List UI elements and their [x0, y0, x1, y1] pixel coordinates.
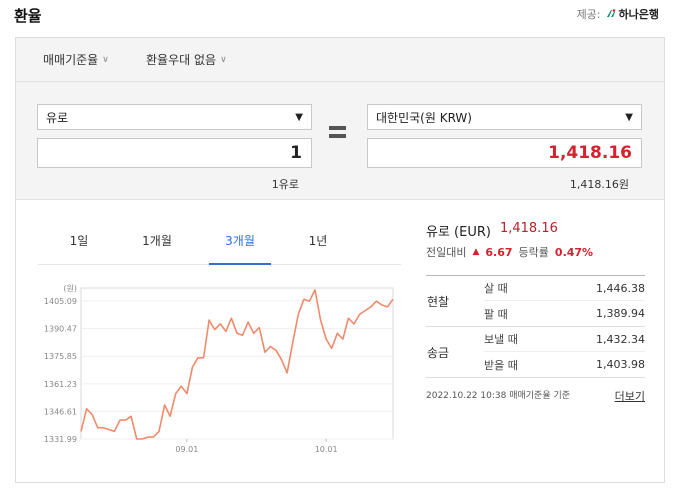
more-link[interactable]: 더보기 — [615, 388, 645, 404]
to-amount-input[interactable]: 1,418.16 — [367, 138, 642, 168]
plot-area — [80, 287, 394, 440]
change-label: 전일대비 — [426, 246, 467, 259]
hana-bank-logo-icon — [606, 9, 615, 17]
row-label: 팔 때 — [484, 307, 508, 321]
tab-1y[interactable]: 1년 — [287, 217, 349, 265]
preferential-rate-label: 환율우대 없음 — [146, 53, 217, 67]
y-tick-label: 1346.61 — [44, 407, 77, 416]
exchange-widget: 매매기준율 ∨ 환율우대 없음 ∨ 유로 ▼ 1 1유로 대한민국(원 KRW)… — [15, 37, 665, 483]
chevron-down-icon: ▼ — [625, 111, 633, 123]
row-value: 1,446.38 — [596, 281, 645, 295]
y-tick-label: 1405.09 — [44, 297, 77, 306]
provider-logo[interactable]: 하나은행 — [605, 6, 659, 22]
from-currency-select[interactable]: 유로 ▼ — [37, 104, 312, 130]
rate-basis-label: 매매기준율 — [43, 53, 99, 67]
current-rate: 1,418.16 — [499, 221, 558, 236]
page-title: 환율 — [14, 7, 42, 25]
chevron-down-icon: ∨ — [220, 54, 227, 65]
from-amount-caption: 1유로 — [271, 178, 299, 191]
to-currency-label: 대한민국(원 KRW) — [376, 110, 472, 125]
tab-3m[interactable]: 3개월 — [209, 217, 271, 265]
provider-name: 하나은행 — [618, 8, 659, 21]
row-label: 살 때 — [484, 282, 508, 295]
row-label: 받을 때 — [484, 358, 518, 372]
y-unit-label: (원) — [63, 284, 77, 293]
basis-note: 매매기준율 기준 — [509, 391, 571, 401]
tab-1d[interactable]: 1일 — [48, 217, 110, 265]
change-value: 6.67 — [485, 245, 513, 259]
rate-basis-dropdown[interactable]: 매매기준율 ∨ — [43, 51, 109, 68]
rate-heading: 유로 (EUR) 1,418.16 — [426, 221, 558, 240]
to-amount-caption: 1,418.16원 — [569, 178, 629, 191]
x-tick-label: 10.01 — [315, 445, 338, 454]
rate-chart: (원) 1405.09 1390.47 1375.85 1361.23 1346.61 13… — [44, 284, 394, 454]
row-value: 1,432.34 — [596, 332, 645, 346]
table-row: 살 때 1,446.38 — [484, 276, 645, 301]
percent-value: 0.47% — [554, 245, 594, 259]
row-value: 1,403.98 — [596, 358, 645, 371]
y-tick-label: 1361.23 — [44, 380, 77, 389]
equals-icon — [329, 126, 346, 142]
to-currency-select[interactable]: 대한민국(원 KRW) ▼ — [367, 104, 642, 130]
y-tick-label: 1375.85 — [44, 352, 77, 361]
timestamp: 2022.10.22 10:38 — [426, 391, 507, 401]
from-amount-input[interactable]: 1 — [37, 138, 312, 168]
tab-1m[interactable]: 1개월 — [126, 217, 188, 265]
cash-rate-group: 현찰 살 때 1,446.38 팔 때 1,389.94 — [426, 276, 645, 327]
series-line — [80, 289, 394, 440]
up-arrow-icon: ▲ — [472, 247, 480, 257]
converter: 유로 ▼ 1 1유로 대한민국(원 KRW) ▼ 1,418.16 1,418.… — [16, 82, 664, 200]
y-tick-label: 1390.47 — [44, 325, 77, 334]
provider-label: 제공: — [576, 8, 601, 21]
table-row: 받을 때 1,403.98 — [484, 352, 645, 377]
rate-table: 현찰 살 때 1,446.38 팔 때 1,389.94 송금 보낼 때 1,4… — [426, 275, 645, 378]
preferential-rate-dropdown[interactable]: 환율우대 없음 ∨ — [146, 51, 227, 68]
filter-bar: 매매기준율 ∨ 환율우대 없음 ∨ — [16, 38, 664, 82]
y-tick-label: 1331.99 — [44, 435, 77, 444]
group-label: 송금 — [427, 345, 450, 360]
footer-note: 2022.10.22 10:38 매매기준율 기준 — [426, 388, 570, 404]
row-label: 보낼 때 — [484, 333, 518, 346]
x-tick-label: 09.01 — [175, 445, 198, 454]
row-value: 1,389.94 — [596, 307, 645, 320]
table-row: 팔 때 1,389.94 — [484, 301, 645, 326]
remittance-rate-group: 송금 보낼 때 1,432.34 받을 때 1,403.98 — [426, 327, 645, 377]
table-row: 보낼 때 1,432.34 — [484, 327, 645, 352]
provider-info: 제공: 하나은행 — [577, 6, 659, 22]
from-currency-label: 유로 — [46, 110, 69, 125]
rate-change: 전일대비 ▲ 6.67 등락률 0.47% — [426, 244, 593, 260]
currency-name: 유로 (EUR) — [426, 225, 491, 240]
chevron-down-icon: ∨ — [102, 54, 109, 65]
percent-label: 등락률 — [518, 246, 549, 259]
chevron-down-icon: ▼ — [295, 111, 303, 123]
footer: 2022.10.22 10:38 매매기준율 기준 더보기 — [426, 388, 645, 404]
period-tabs: 1일 1개월 3개월 1년 — [38, 217, 401, 265]
group-label: 현찰 — [427, 294, 450, 309]
